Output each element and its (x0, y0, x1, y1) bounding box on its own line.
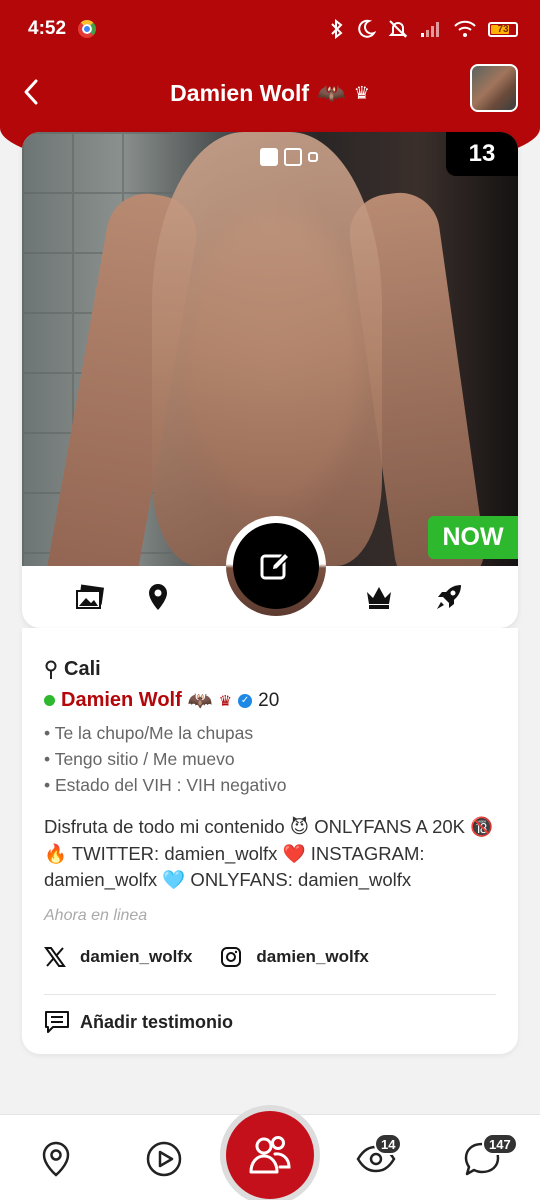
chevron-left-icon (24, 79, 38, 105)
play-circle-icon (146, 1141, 182, 1177)
location-button[interactable] (142, 582, 174, 612)
page-title-text: Damien Wolf (170, 79, 310, 106)
map-pin-icon (42, 1141, 70, 1177)
now-badge: NOW (428, 516, 518, 559)
nav-people-circle (226, 1111, 314, 1199)
edit-button-circle (233, 523, 319, 609)
x-twitter-icon[interactable] (44, 946, 66, 968)
instagram-handle-link[interactable]: damien_wolfx (256, 947, 368, 967)
chrome-icon (78, 20, 97, 38)
bio-text: Disfruta de todo mi contenido 😈 ONLYFANS… (44, 816, 494, 890)
photos-button[interactable] (74, 582, 106, 612)
online-status-dot (44, 695, 55, 706)
edit-icon (260, 551, 291, 580)
page-title: Damien Wolf 🦇 ♛ (170, 80, 370, 107)
crown-icon: ♛ (218, 692, 233, 710)
bat-emoji: 🦇 (187, 690, 213, 712)
comment-icon (45, 1011, 69, 1033)
photo-subject-torso (152, 132, 382, 566)
nav-map[interactable] (36, 1139, 76, 1179)
map-pin-icon (45, 660, 57, 679)
divider (44, 994, 496, 995)
battery-icon: 73 (488, 21, 518, 37)
wifi-icon (454, 20, 476, 37)
crown-icon (367, 587, 391, 609)
profile-age: 20 (258, 689, 280, 711)
last-seen-text: Ahora en linea (44, 907, 148, 924)
bat-emoji: 🦇 (317, 79, 346, 106)
map-pin-icon (149, 584, 167, 610)
profile-info-card: Cali Damien Wolf 🦇 ♛ ✓ 20 • Te la chupo/… (22, 628, 518, 1054)
add-testimonial-button[interactable]: Añadir testimonio (44, 1010, 233, 1034)
twitter-handle-link[interactable]: damien_wolfx (80, 947, 192, 967)
boost-button[interactable] (433, 582, 465, 612)
nav-videos[interactable] (144, 1139, 184, 1179)
rocket-icon (437, 585, 461, 609)
profile-name: Damien Wolf (61, 689, 182, 711)
crown-icon: ♛ (353, 82, 370, 103)
nav-people-button[interactable] (220, 1105, 320, 1200)
moon-icon (358, 19, 376, 38)
location-line: Cali (44, 658, 101, 681)
nav-views[interactable]: 14 (356, 1133, 403, 1179)
photo-carousel-indicator (260, 148, 318, 166)
add-testimonial-label: Añadir testimonio (80, 1011, 234, 1032)
signal-icon (421, 22, 439, 37)
messages-badge: 147 (482, 1133, 518, 1155)
location-text: Cali (64, 658, 101, 680)
carousel-dot-1[interactable] (260, 148, 278, 166)
traits-list: • Te la chupo/Me la chupas • Tengo sitio… (44, 720, 287, 798)
social-links: damien_wolfx damien_wolfx (44, 946, 383, 968)
carousel-dot-2[interactable] (284, 148, 302, 166)
trait-item: • Tengo sitio / Me muevo (44, 749, 235, 769)
battery-level: 73 (497, 23, 509, 35)
profile-photo[interactable]: 13 NOW (22, 132, 518, 566)
carousel-dot-3[interactable] (308, 152, 318, 162)
bluetooth-icon (331, 19, 343, 39)
status-icons: 73 (330, 19, 518, 39)
bottom-navigation: 14 147 (0, 1105, 540, 1200)
back-button[interactable] (16, 72, 46, 112)
verified-icon: ✓ (238, 693, 253, 708)
instagram-icon[interactable] (220, 946, 242, 968)
photo-count-badge: 13 (446, 132, 518, 176)
photos-icon (76, 584, 104, 609)
status-time: 4:52 (28, 18, 67, 39)
views-badge: 14 (374, 1133, 403, 1155)
top-app-bar: Damien Wolf 🦇 ♛ (0, 58, 540, 128)
status-bar: 4:52 73 (0, 0, 540, 58)
nav-messages[interactable]: 147 (462, 1133, 518, 1179)
bell-off-icon (388, 20, 408, 38)
edit-profile-button[interactable] (226, 516, 326, 616)
name-line: Damien Wolf 🦇 ♛ ✓ 20 (44, 688, 279, 713)
trait-item: • Te la chupo/Me la chupas (44, 723, 254, 743)
trait-item: • Estado del VIH : VIH negativo (44, 775, 287, 795)
people-icon (249, 1136, 291, 1174)
profile-photo-card: 13 NOW (22, 132, 518, 628)
avatar[interactable] (470, 64, 518, 112)
premium-button[interactable] (363, 582, 395, 612)
